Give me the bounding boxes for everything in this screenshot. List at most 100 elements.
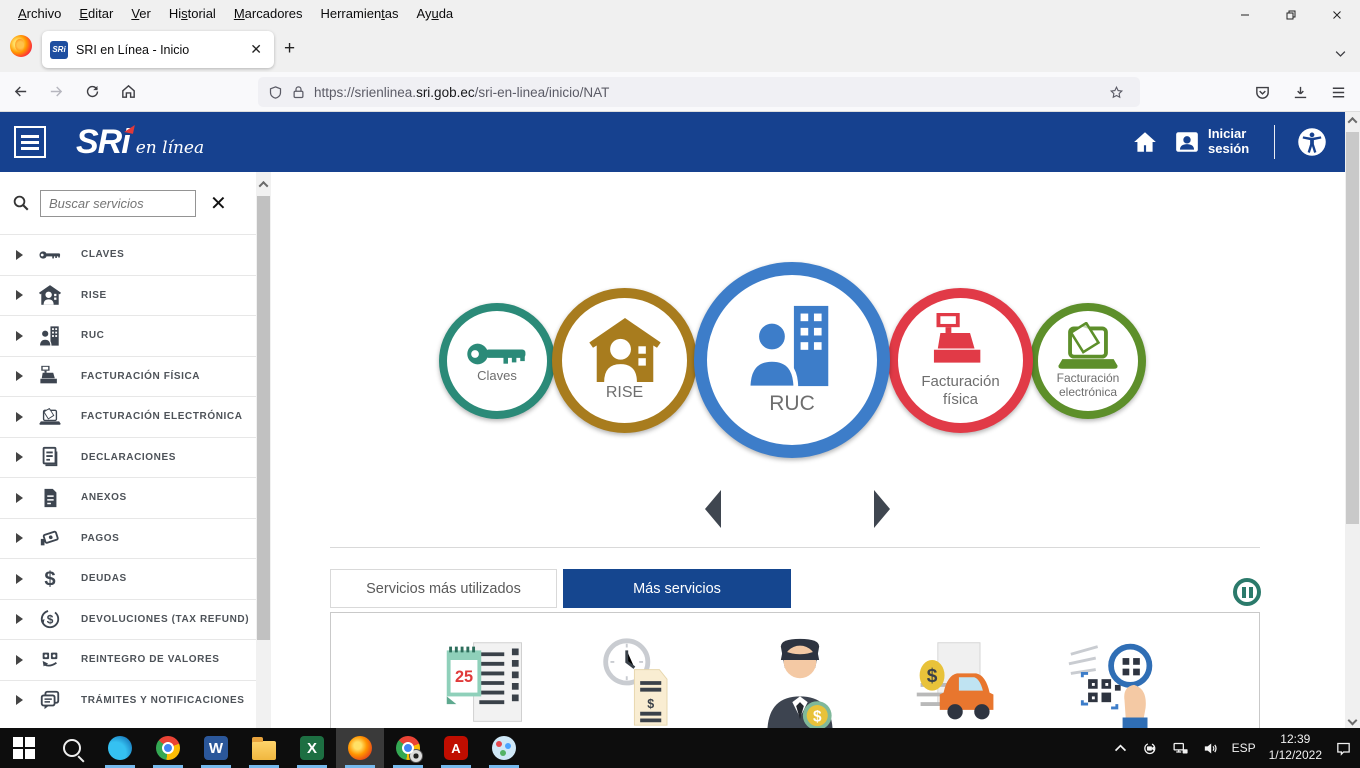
list-all-tabs-icon[interactable] bbox=[1333, 46, 1348, 66]
language-indicator[interactable]: ESP bbox=[1232, 741, 1256, 755]
carousel-item-ruc[interactable]: RUC bbox=[694, 262, 890, 458]
taskbar-acrobat[interactable]: A bbox=[432, 728, 480, 768]
sidebar-item-rise[interactable]: RISE bbox=[0, 275, 256, 316]
excel-icon: X bbox=[300, 736, 324, 760]
calendar-document-icon[interactable] bbox=[441, 637, 533, 728]
reload-icon[interactable] bbox=[76, 78, 108, 106]
sidebar-scrollbar-thumb[interactable] bbox=[257, 196, 270, 640]
menu-ver[interactable]: Ver bbox=[123, 3, 159, 24]
clock-document-icon[interactable] bbox=[598, 637, 690, 728]
sidebar-item-facturacion-electronica[interactable]: FACTURACIÓN ELECTRÓNICA bbox=[0, 396, 256, 437]
sidebar-scrollbar[interactable] bbox=[256, 172, 271, 728]
taskbar-firefox[interactable] bbox=[336, 728, 384, 768]
paint-icon bbox=[492, 736, 516, 760]
pause-carousel-icon[interactable] bbox=[1233, 578, 1261, 606]
sidebar-item-tramites[interactable]: TRÁMITES Y NOTIFICACIONES bbox=[0, 680, 256, 721]
pocket-icon[interactable] bbox=[1246, 78, 1278, 106]
tab-servicios-mas-utilizados[interactable]: Servicios más utilizados bbox=[330, 569, 557, 608]
browser-tab[interactable]: SRi SRI en Línea - Inicio ✕ bbox=[42, 31, 274, 68]
qr-scan-icon[interactable] bbox=[1067, 637, 1159, 728]
sidebar-item-devoluciones[interactable]: DEVOLUCIONES (TAX REFUND) bbox=[0, 599, 256, 640]
page-scrollbar[interactable] bbox=[1345, 112, 1360, 728]
firefox-icon bbox=[348, 736, 372, 760]
clock[interactable]: 12:39 1/12/2022 bbox=[1269, 732, 1322, 763]
meet-now-icon[interactable] bbox=[1142, 740, 1159, 757]
back-icon[interactable] bbox=[4, 78, 36, 106]
values-return-icon bbox=[37, 648, 63, 672]
carousel-item-facturacion-electronica[interactable]: Facturación electrónica bbox=[1030, 303, 1146, 419]
tab-close-icon[interactable]: ✕ bbox=[246, 39, 266, 60]
sidebar-item-facturacion-fisica[interactable]: FACTURACIÓN FÍSICA bbox=[0, 356, 256, 397]
accessibility-icon[interactable] bbox=[1297, 127, 1327, 157]
taskbar-chrome[interactable] bbox=[144, 728, 192, 768]
menu-herramientas[interactable]: Herramientas bbox=[312, 3, 406, 24]
carousel-prev-icon[interactable] bbox=[705, 490, 721, 528]
house-person-icon bbox=[37, 283, 63, 307]
taskbar-edge[interactable] bbox=[96, 728, 144, 768]
lock-icon[interactable] bbox=[291, 85, 306, 100]
navigation-toolbar: https://srienlinea.sri.gob.ec/sri-en-lin… bbox=[0, 72, 1360, 112]
carousel-next-icon[interactable] bbox=[874, 490, 890, 528]
menu-archivo[interactable]: Archivo bbox=[10, 3, 69, 24]
forward-icon[interactable] bbox=[40, 78, 72, 106]
laptop-invoice-icon bbox=[1057, 322, 1119, 372]
taskbar-paint[interactable] bbox=[480, 728, 528, 768]
action-center-icon[interactable] bbox=[1335, 740, 1352, 757]
bookmark-star-icon[interactable] bbox=[1102, 80, 1130, 104]
tracking-protection-icon[interactable] bbox=[268, 85, 283, 100]
page-scrollbar-thumb[interactable] bbox=[1346, 132, 1359, 524]
sidebar-item-pagos[interactable]: PAGOS bbox=[0, 518, 256, 559]
header-home-icon[interactable] bbox=[1132, 129, 1158, 155]
cash-register-icon bbox=[929, 313, 993, 371]
scroll-up-icon[interactable] bbox=[1345, 112, 1360, 128]
sidebar-item-reintegro[interactable]: REINTEGRO DE VALORES bbox=[0, 639, 256, 680]
sidebar-toggle-icon[interactable] bbox=[14, 126, 46, 158]
new-tab-button[interactable]: + bbox=[284, 40, 295, 58]
sidebar-scroll-up-icon[interactable] bbox=[256, 176, 271, 192]
login-button[interactable]: Iniciar sesión bbox=[1174, 127, 1252, 157]
search-clear-icon[interactable]: ✕ bbox=[210, 191, 227, 216]
menu-marcadores[interactable]: Marcadores bbox=[226, 3, 311, 24]
app-menu-icon[interactable] bbox=[1322, 78, 1354, 106]
close-window-button[interactable] bbox=[1314, 0, 1360, 30]
tab-title: SRI en Línea - Inicio bbox=[76, 43, 238, 57]
restore-button[interactable] bbox=[1268, 0, 1314, 30]
sidebar-item-deudas[interactable]: DEUDAS bbox=[0, 558, 256, 599]
taskbar-file-explorer[interactable] bbox=[240, 728, 288, 768]
sidebar-item-declaraciones[interactable]: DECLARACIONES bbox=[0, 437, 256, 478]
hidden-icons-chevron-icon[interactable] bbox=[1112, 740, 1129, 757]
volume-icon[interactable] bbox=[1202, 740, 1219, 757]
carousel-item-rise[interactable]: RISE bbox=[552, 288, 697, 433]
sri-logo[interactable]: SRi en línea bbox=[76, 123, 204, 162]
home-icon[interactable] bbox=[112, 78, 144, 106]
minimize-button[interactable] bbox=[1222, 0, 1268, 30]
url-bar[interactable]: https://srienlinea.sri.gob.ec/sri-en-lin… bbox=[258, 77, 1140, 107]
menu-ayuda[interactable]: Ayuda bbox=[409, 3, 462, 24]
tab-strip: SRi SRI en Línea - Inicio ✕ + bbox=[0, 26, 1360, 72]
start-button[interactable] bbox=[0, 728, 48, 768]
search-input[interactable] bbox=[40, 190, 196, 217]
person-coin-icon[interactable] bbox=[754, 637, 846, 728]
caret-icon bbox=[16, 412, 23, 422]
caret-icon bbox=[16, 371, 23, 381]
network-icon[interactable] bbox=[1172, 740, 1189, 757]
sidebar-item-claves[interactable]: CLAVES bbox=[0, 234, 256, 275]
sri-logo-sub: en línea bbox=[136, 138, 204, 158]
carousel-item-facturacion-fisica[interactable]: Facturación física bbox=[888, 288, 1033, 433]
tab-mas-servicios[interactable]: Más servicios bbox=[563, 569, 791, 608]
firefox-icon bbox=[10, 35, 32, 57]
menu-editar[interactable]: Editar bbox=[71, 3, 121, 24]
taskbar-word[interactable]: W bbox=[192, 728, 240, 768]
downloads-icon[interactable] bbox=[1284, 78, 1316, 106]
vehicle-dollar-icon[interactable] bbox=[911, 637, 1003, 728]
sidebar-item-anexos[interactable]: ANEXOS bbox=[0, 477, 256, 518]
menu-historial[interactable]: Historial bbox=[161, 3, 224, 24]
taskbar-search-button[interactable] bbox=[48, 728, 96, 768]
scroll-down-icon[interactable] bbox=[1345, 712, 1360, 728]
carousel-item-claves[interactable]: Claves bbox=[439, 303, 555, 419]
taskbar-chrome-profile[interactable] bbox=[384, 728, 432, 768]
person-building-icon bbox=[37, 324, 63, 348]
acrobat-icon: A bbox=[444, 736, 468, 760]
sidebar-item-ruc[interactable]: RUC bbox=[0, 315, 256, 356]
taskbar-excel[interactable]: X bbox=[288, 728, 336, 768]
